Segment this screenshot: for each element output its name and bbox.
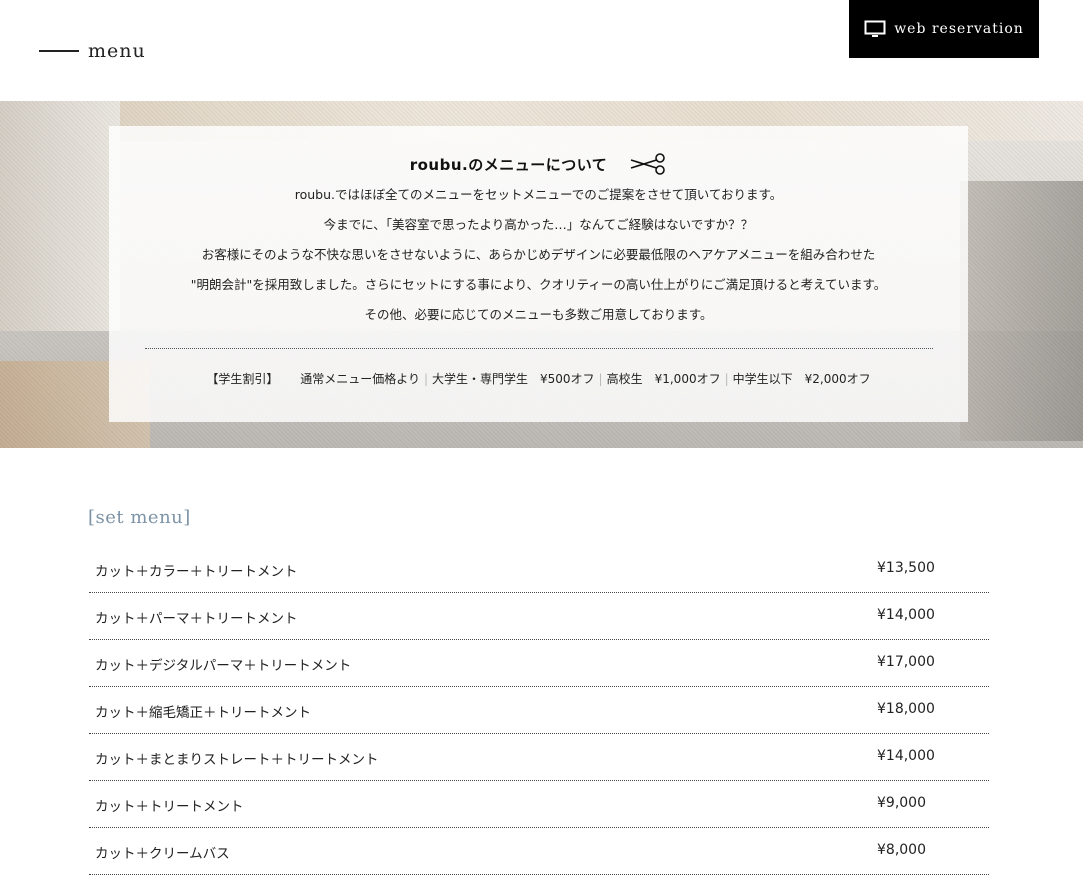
menu-item-name: カット＋縮毛矯正＋トリートメント <box>95 705 311 721</box>
heading-rule <box>39 50 79 52</box>
menu-item-price: ¥14,000 <box>877 748 935 764</box>
discount-label: 【学生割引】 <box>206 372 279 386</box>
discount-item: 中学生以下 ¥2,000オフ <box>732 372 871 386</box>
discount-item: 高校生 ¥1,000オフ <box>606 372 721 386</box>
monitor-icon <box>864 20 886 37</box>
info-title: roubu.のメニューについて <box>109 152 968 176</box>
web-reservation-label: web reservation <box>894 21 1024 37</box>
info-line: その他、必要に応じてのメニューも多数ご用意しております。 <box>364 307 713 322</box>
menu-row: カット＋トリートメント ¥9,000 <box>89 781 989 828</box>
site-header: menu web reservation <box>0 0 1083 101</box>
menu-item-price: ¥17,000 <box>877 654 935 670</box>
menu-row: カット＋クリームバス ¥8,000 <box>89 828 989 875</box>
info-line: roubu.ではほぼ全てのメニューをセットメニューでのご提案をさせて頂いておりま… <box>294 187 783 202</box>
menu-row: カット＋パーマ＋トリートメント ¥14,000 <box>89 593 989 640</box>
info-title-text: roubu.のメニューについて <box>409 155 608 174</box>
menu-row: カット＋縮毛矯正＋トリートメント ¥18,000 <box>89 687 989 734</box>
menu-item-price: ¥9,000 <box>877 795 926 811</box>
menu-info-card: roubu.のメニューについて roubu.ではほぼ全てのメニューをセットメニュ… <box>109 126 968 422</box>
dotted-divider <box>145 348 933 349</box>
page-heading: menu <box>39 40 146 62</box>
discount-separator: | <box>598 372 603 386</box>
menu-item-price: ¥8,000 <box>877 842 926 858</box>
scissors-icon <box>631 153 666 175</box>
info-line: 今までに、「美容室で思ったより高かった…」なんてご経験はないですか？？ <box>323 217 754 232</box>
menu-item-price: ¥13,500 <box>877 560 935 576</box>
menu-item-name: カット＋デジタルパーマ＋トリートメント <box>95 658 352 674</box>
menu-item-name: カット＋トリートメント <box>95 799 244 815</box>
discount-separator: | <box>724 372 729 386</box>
discount-item: 大学生・専門学生 ¥500オフ <box>432 372 595 386</box>
menu-row: カット＋まとまりストレート＋トリートメント ¥14,000 <box>89 734 989 781</box>
menu-item-price: ¥18,000 <box>877 701 935 717</box>
info-description: roubu.ではほぼ全てのメニューをセットメニューでのご提案をさせて頂いておりま… <box>109 180 968 330</box>
set-menu-title: [set menu] <box>88 507 191 528</box>
menu-item-name: カット＋クリームバス <box>95 846 230 862</box>
menu-item-price: ¥14,000 <box>877 607 935 623</box>
menu-item-name: カット＋まとまりストレート＋トリートメント <box>95 752 379 768</box>
student-discount: 【学生割引】 通常メニュー価格より | 大学生・専門学生 ¥500オフ | 高校生 ¥1… <box>109 370 968 387</box>
menu-row: カット＋デジタルパーマ＋トリートメント ¥17,000 <box>89 640 989 687</box>
info-line: お客様にそのような不快な思いをさせないように、あらかじめデザインに必要最低限のヘ… <box>201 247 876 262</box>
discount-separator: | <box>423 372 428 386</box>
set-menu-list: カット＋カラー＋トリートメント ¥13,500 カット＋パーマ＋トリートメント … <box>89 546 989 875</box>
page-title: menu <box>88 40 146 62</box>
web-reservation-button[interactable]: web reservation <box>849 0 1039 58</box>
menu-item-name: カット＋パーマ＋トリートメント <box>95 611 298 627</box>
menu-row: カット＋カラー＋トリートメント ¥13,500 <box>89 546 989 593</box>
discount-intro: 通常メニュー価格より <box>300 372 420 386</box>
menu-item-name: カット＋カラー＋トリートメント <box>95 564 298 580</box>
info-line: "明朗会計"を採用致しました。さらにセットにする事により、クオリティーの高い仕上… <box>190 277 887 292</box>
